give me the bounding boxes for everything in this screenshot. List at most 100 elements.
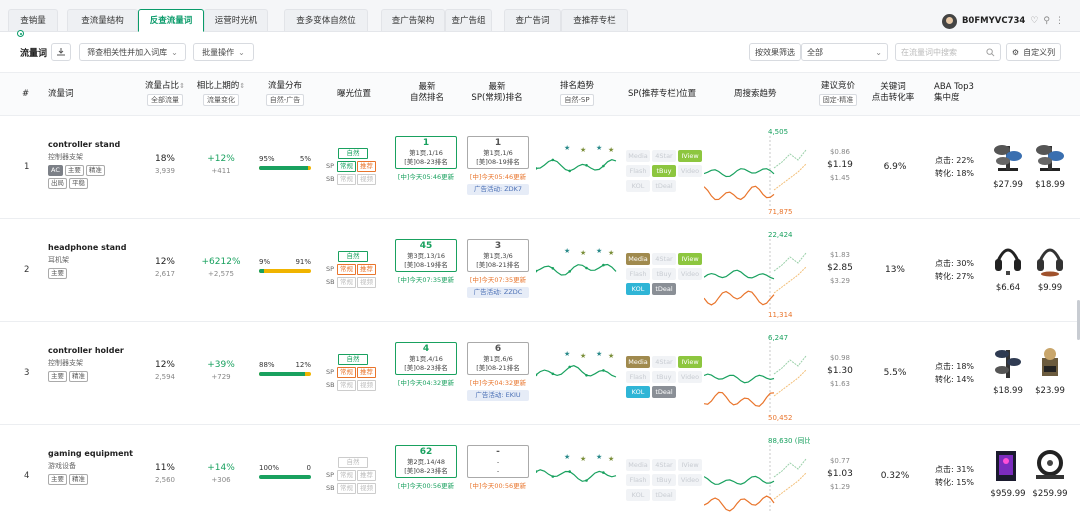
- natural-rank-cell[interactable]: 1 第1页,1/16 [美]08-23排名 [中]今天05:46更新: [395, 136, 457, 181]
- weekly-search-trend-chart[interactable]: 4,505 71,875: [704, 124, 810, 216]
- keyword-text[interactable]: gaming equipment: [48, 449, 133, 458]
- export-button[interactable]: [51, 43, 71, 61]
- sp-tdeal-button[interactable]: tDeal: [652, 180, 676, 192]
- product-image-1[interactable]: [990, 138, 1026, 174]
- change-filter-select[interactable]: 流量变化: [203, 94, 239, 106]
- tab-traffic-structure[interactable]: 查流量结构: [67, 9, 138, 31]
- sp-rank-cell[interactable]: - - - [中]今天00:56更新: [467, 445, 529, 490]
- tab-time-machine[interactable]: 运营时光机: [204, 9, 268, 31]
- product-image-2[interactable]: [1032, 241, 1068, 277]
- tab-ad-structure[interactable]: 查广告架构: [381, 9, 445, 31]
- sp-flash-button[interactable]: Flash: [626, 268, 650, 280]
- product-image-2[interactable]: [1032, 138, 1068, 174]
- table-row[interactable]: 2 headphone stand 耳机架 主要 12% 2,617 +6212…: [0, 219, 1080, 322]
- keyword-text[interactable]: headphone stand: [48, 243, 126, 252]
- weekly-search-trend-chart[interactable]: 88,630 (同比↑63%↑) 1,682: [704, 433, 810, 512]
- product-image-2[interactable]: [1032, 447, 1068, 483]
- keyword-text[interactable]: controller stand: [48, 140, 120, 149]
- product-image-1[interactable]: [990, 447, 1026, 483]
- ad-campaign-tag[interactable]: 广告活动: ZZDC: [467, 287, 529, 298]
- table-row[interactable]: 1 controller stand 控制器支架 AC 主要 精准 出局 平稳 18% …: [0, 116, 1080, 219]
- sp-media-button[interactable]: Media: [626, 356, 650, 368]
- sp-kol-button[interactable]: KOL: [626, 180, 650, 192]
- sp-rank-cell[interactable]: 1 第1页,1/6 [美]08-19排名 [中]今天05:46更新 广告活动: …: [467, 136, 529, 195]
- tab-ad-keywords[interactable]: 查广告词: [504, 9, 561, 31]
- keyword-text[interactable]: controller holder: [48, 346, 124, 355]
- col-change[interactable]: 相比上期的⇕ 流量变化: [196, 81, 246, 106]
- lock-icon[interactable]: ⚲: [1043, 16, 1050, 26]
- sp-tbuy-button[interactable]: tBuy: [652, 371, 676, 383]
- sort-icon[interactable]: ⇕: [179, 82, 185, 90]
- sp-rank-cell[interactable]: 6 第1页,6/6 [美]08-21排名 [中]今天04:32更新 广告活动: …: [467, 342, 529, 401]
- tab-sales[interactable]: 查销量: [8, 9, 58, 31]
- tab-recommend[interactable]: 查推荐专栏: [561, 9, 628, 31]
- heart-icon[interactable]: ♡: [1030, 16, 1038, 26]
- dist-filter-select[interactable]: 自然-广告: [265, 94, 305, 106]
- sp-flash-button[interactable]: Flash: [626, 371, 650, 383]
- rank-trend-chart[interactable]: ★ ★ ★ ★: [536, 136, 620, 200]
- filter-relevance-button[interactable]: 筛查相关性并加入词库 ⌄: [79, 43, 186, 61]
- sp-4star-button[interactable]: 4Star: [652, 356, 676, 368]
- tab-ad-group[interactable]: 查广告组: [445, 9, 492, 31]
- sp-media-button[interactable]: Media: [626, 150, 650, 162]
- weekly-search-trend-chart[interactable]: 22,424 11,314: [704, 227, 810, 319]
- sp-4star-button[interactable]: 4Star: [652, 150, 676, 162]
- product-image-1[interactable]: [990, 344, 1026, 380]
- sp-iview-button[interactable]: IView: [678, 356, 702, 368]
- weekly-search-trend-chart[interactable]: 6,247 50,452: [704, 330, 810, 422]
- more-icon[interactable]: ⋮: [1055, 16, 1064, 26]
- sp-tbuy-button[interactable]: tBuy: [652, 474, 676, 486]
- sp-video-button[interactable]: Video: [678, 474, 702, 486]
- bid-filter-select[interactable]: 固定-精准: [818, 94, 858, 106]
- product-image-2[interactable]: [1032, 344, 1068, 380]
- sp-kol-button[interactable]: KOL: [626, 489, 650, 501]
- user-info[interactable]: B0FMYVC734 ♡ ⚲ ⋮: [941, 12, 1064, 30]
- keyword-search-input[interactable]: 在流量词中搜索: [895, 43, 1001, 61]
- custom-columns-button[interactable]: ⚙ 自定义列: [1006, 43, 1061, 61]
- table-row[interactable]: 3 controller holder 控制器支架 主要 精准 12% 2,594…: [0, 322, 1080, 425]
- natural-rank-cell[interactable]: 45 第3页,13/16 [美]08-19排名 [中]今天07:35更新: [395, 239, 457, 284]
- product-image-1[interactable]: [990, 241, 1026, 277]
- sp-tdeal-button[interactable]: tDeal: [652, 489, 676, 501]
- sp-flash-button[interactable]: Flash: [626, 165, 650, 177]
- sort-icon[interactable]: ⇕: [239, 82, 245, 90]
- exposure-sp-label: SP: [326, 162, 335, 170]
- sp-4star-button[interactable]: 4Star: [652, 459, 676, 471]
- sp-tbuy-button[interactable]: tBuy: [652, 165, 676, 177]
- trend-filter-select[interactable]: 自然-SP: [560, 94, 594, 106]
- tab-variants[interactable]: 查多变体自然位: [284, 9, 368, 31]
- sp-kol-button[interactable]: KOL: [626, 386, 650, 398]
- sp-media-button[interactable]: Media: [626, 253, 650, 265]
- sp-video-button[interactable]: Video: [678, 268, 702, 280]
- rank-trend-chart[interactable]: ★ ★ ★ ★: [536, 445, 620, 509]
- sp-4star-button[interactable]: 4Star: [652, 253, 676, 265]
- keyword-translation: 控制器支架: [48, 153, 83, 161]
- sp-rank-cell[interactable]: 3 第1页,3/6 [美]08-21排名 [中]今天07:35更新 广告活动: …: [467, 239, 529, 298]
- table-row[interactable]: 4 gaming equipment 游戏设备 主要 精准 11% 2,560 +…: [0, 425, 1080, 512]
- batch-button[interactable]: 批量操作 ⌄: [193, 43, 254, 61]
- sp-video-button[interactable]: Video: [678, 165, 702, 177]
- sp-video-button[interactable]: Video: [678, 371, 702, 383]
- effect-filter-select[interactable]: 全部 ⌄: [801, 43, 888, 61]
- natural-rank-cell[interactable]: 62 第2页,14/48 [美]08-23排名 [中]今天00:56更新: [395, 445, 457, 490]
- col-share[interactable]: 流量占比⇕ 全部流量: [144, 81, 186, 106]
- tab-reverse-keywords[interactable]: 反查流量词: [138, 9, 204, 32]
- natural-rank-cell[interactable]: 4 第1页,4/16 [美]08-23排名 [中]今天04:32更新: [395, 342, 457, 387]
- ad-campaign-tag[interactable]: 广告活动: EKIU: [467, 390, 529, 401]
- sp-media-button[interactable]: Media: [626, 459, 650, 471]
- sp-iview-button[interactable]: IView: [678, 459, 702, 471]
- sp-iview-button[interactable]: IView: [678, 253, 702, 265]
- sp-tdeal-button[interactable]: tDeal: [652, 283, 676, 295]
- sp-flash-button[interactable]: Flash: [626, 474, 650, 486]
- sp-iview-button[interactable]: IView: [678, 150, 702, 162]
- search-icon[interactable]: [986, 47, 995, 57]
- bid-cell: $0.86 $1.19 $1.45: [818, 148, 862, 182]
- share-filter-select[interactable]: 全部流量: [147, 94, 183, 106]
- rank-trend-chart[interactable]: ★ ★ ★ ★: [536, 239, 620, 303]
- toolbar: 流量词 筛查相关性并加入词库 ⌄ 批量操作 ⌄ 按效果筛选 全部 ⌄ 在流量词中…: [0, 40, 1080, 66]
- sp-tbuy-button[interactable]: tBuy: [652, 268, 676, 280]
- rank-trend-chart[interactable]: ★ ★ ★ ★: [536, 342, 620, 406]
- sp-kol-button[interactable]: KOL: [626, 283, 650, 295]
- sp-tdeal-button[interactable]: tDeal: [652, 386, 676, 398]
- ad-campaign-tag[interactable]: 广告活动: ZDK7: [467, 184, 529, 195]
